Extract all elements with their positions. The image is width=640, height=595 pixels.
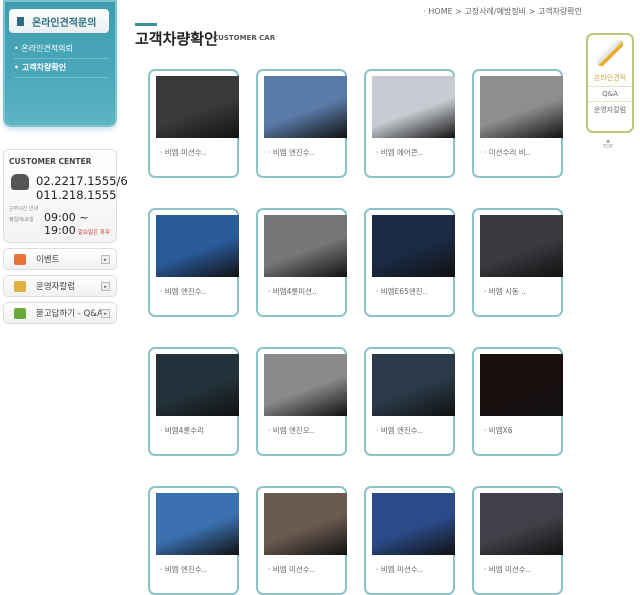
phone-1: 02.2217.1555/6	[36, 174, 128, 188]
doc-icon	[17, 16, 24, 26]
car-caption[interactable]: · 비엠4륜미션..	[268, 286, 317, 297]
sidebar-link-customer-car[interactable]: • 고객차량확인	[14, 59, 109, 78]
car-caption[interactable]: · 비엠 미션수..	[376, 564, 422, 575]
car-thumbnail[interactable]	[480, 354, 563, 416]
car-card[interactable]: · 비엠4륜수리	[148, 347, 239, 456]
car-caption[interactable]: · 비엠 에어콘..	[376, 147, 422, 158]
car-thumbnail[interactable]	[480, 215, 563, 277]
car-caption[interactable]: · 비엠 엔진수..	[268, 147, 314, 158]
arrow-icon: ▸	[101, 309, 110, 318]
link-label: 고객차량확인	[21, 63, 67, 72]
car-caption[interactable]: · 미션수리 비..	[484, 147, 530, 158]
customer-center: CUSTOMER CENTER 02.2217.1555/6 011.218.15…	[3, 149, 128, 243]
cc-title: CUSTOMER CENTER	[9, 157, 92, 166]
note-icon	[14, 280, 26, 292]
page-subtitle: CUSTOMER CAR	[213, 34, 276, 42]
sidebar-title[interactable]: 온라인견적문의	[9, 9, 109, 33]
car-caption[interactable]: · 비엠 시동 ..	[484, 286, 526, 297]
car-card[interactable]: · 미션수리 비..	[472, 69, 563, 178]
phone-icon	[11, 174, 29, 190]
days-label: 평일/토요일	[9, 217, 34, 223]
sidebar-title-text: 온라인견적문의	[32, 17, 97, 29]
car-thumbnail[interactable]	[156, 493, 239, 555]
btn-label: 이벤트	[36, 255, 60, 265]
car-thumbnail[interactable]	[372, 354, 455, 416]
btn-label: 운영자칼럼	[36, 282, 76, 292]
car-card[interactable]: · 비엠 엔진수..	[364, 347, 455, 456]
car-card[interactable]: · 비엠E65엔진..	[364, 208, 455, 317]
car-caption[interactable]: · 비엠 미션수..	[484, 564, 530, 575]
quick-qna[interactable]: Q&A	[588, 87, 632, 102]
hours-label: 근무시간 안내	[9, 206, 39, 212]
arrow-icon: ▸	[101, 255, 110, 264]
top-label: TOP	[603, 144, 614, 150]
car-caption[interactable]: · 비엠 엔진수..	[376, 425, 422, 436]
car-thumbnail[interactable]	[480, 76, 563, 138]
car-thumbnail[interactable]	[372, 493, 455, 555]
quick-menu: 온라인견적 Q&A 운영자칼럼	[586, 33, 634, 133]
car-card[interactable]: · 비엠 엔진수..	[148, 208, 239, 317]
car-caption[interactable]: · 비엠4륜수리	[160, 425, 204, 436]
car-caption[interactable]: · 비엠 엔진오..	[268, 425, 314, 436]
car-card[interactable]: · 비엠 엔진수..	[256, 69, 347, 178]
car-thumbnail[interactable]	[264, 354, 347, 416]
closed-note: 일요일은 휴무	[77, 230, 110, 236]
link-label: 온라인견적의뢰	[21, 44, 73, 53]
car-caption[interactable]: · 비엠 미션수..	[268, 564, 314, 575]
car-caption[interactable]: · 비엠X6	[484, 425, 512, 436]
monitor-icon	[14, 307, 26, 319]
gift-icon	[14, 253, 26, 265]
car-thumbnail[interactable]	[264, 215, 347, 277]
car-card[interactable]: · 비엠 미션수..	[148, 69, 239, 178]
car-card[interactable]: · 비엠 시동 ..	[472, 208, 563, 317]
car-card[interactable]: · 비엠X6	[472, 347, 563, 456]
car-thumbnail[interactable]	[372, 76, 455, 138]
car-thumbnail[interactable]	[480, 493, 563, 555]
car-card[interactable]: · 비엠 미션수..	[364, 486, 455, 595]
quick-column[interactable]: 운영자칼럼	[588, 102, 632, 118]
car-thumbnail[interactable]	[264, 76, 347, 138]
car-caption[interactable]: · 비엠 엔진수..	[160, 564, 206, 575]
car-card[interactable]: · 비엠 엔진오..	[256, 347, 347, 456]
car-thumbnail[interactable]	[372, 215, 455, 277]
car-caption[interactable]: · 비엠 미션수..	[160, 147, 206, 158]
car-thumbnail[interactable]	[156, 76, 239, 138]
arrow-icon: ▸	[101, 282, 110, 291]
breadcrumb: · HOME > 고장사례/예방정비 > 고객차량확인	[423, 7, 582, 16]
phone-2: 011.218.1555	[36, 188, 117, 202]
page-title: 고객차량확인	[135, 30, 218, 48]
sidebar-link-estimate[interactable]: • 온라인견적의뢰	[14, 40, 109, 59]
car-card[interactable]: · 비엠 에어콘..	[364, 69, 455, 178]
car-caption[interactable]: · 비엠 엔진수..	[160, 286, 206, 297]
car-card[interactable]: · 비엠 엔진수..	[148, 486, 239, 595]
event-button[interactable]: 이벤트 ▸	[3, 248, 117, 270]
car-thumbnail[interactable]	[264, 493, 347, 555]
car-card[interactable]: · 비엠 미션수..	[256, 486, 347, 595]
car-thumbnail[interactable]	[156, 215, 239, 277]
top-button[interactable]: ▲ TOP	[603, 138, 613, 150]
qna-button[interactable]: 묻고답하기 - Q&A ▸	[3, 302, 117, 324]
car-thumbnail[interactable]	[156, 354, 239, 416]
column-button[interactable]: 운영자칼럼 ▸	[3, 275, 117, 297]
pencil-icon	[597, 40, 623, 66]
car-card[interactable]: · 비엠4륜미션..	[256, 208, 347, 317]
btn-label: 묻고답하기 - Q&A	[36, 309, 103, 319]
car-card[interactable]: · 비엠 미션수..	[472, 486, 563, 595]
title-accent	[135, 23, 157, 26]
quick-estimate[interactable]: 온라인견적	[588, 70, 632, 87]
car-caption[interactable]: · 비엠E65엔진..	[376, 286, 427, 297]
